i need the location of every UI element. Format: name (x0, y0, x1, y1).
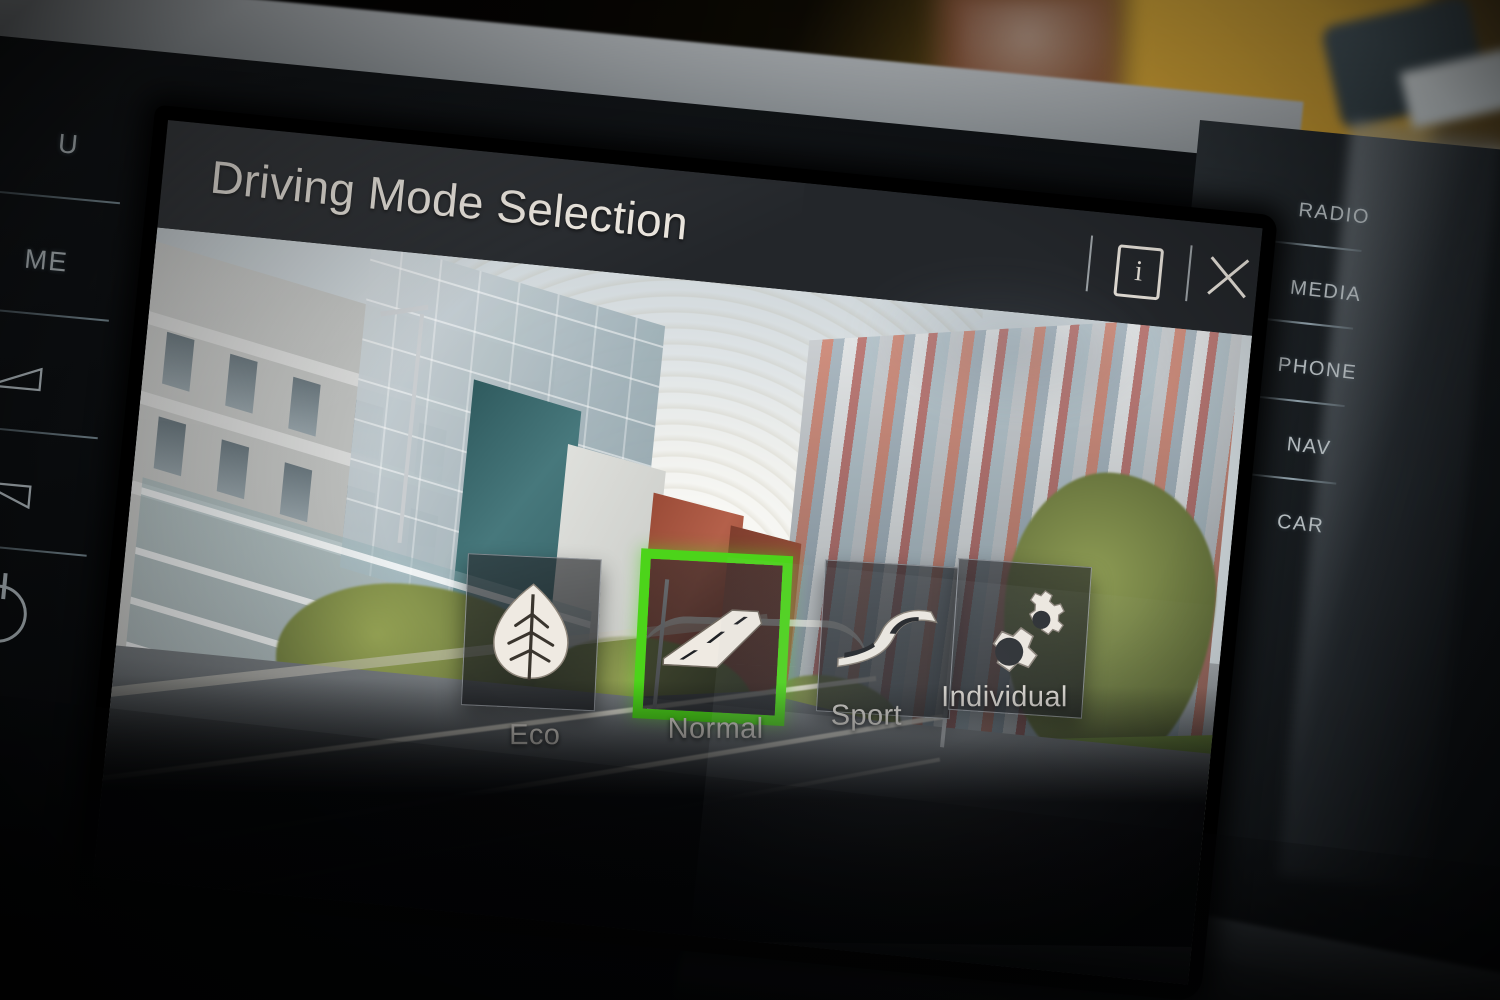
road-curved-icon (836, 609, 938, 668)
header-divider (1085, 235, 1094, 292)
hardkey-divider (1261, 317, 1354, 330)
close-icon[interactable] (1203, 251, 1254, 303)
header-divider (1185, 245, 1193, 302)
hardkey-radio-label: RADIO (1297, 199, 1372, 229)
road-straight-icon (662, 609, 763, 669)
hardkey-media-label: MEDIA (1289, 276, 1363, 307)
leaf-icon (493, 583, 569, 681)
hardkey-nav-label: NAV (1285, 433, 1333, 460)
hardkey-menu[interactable]: U (0, 75, 121, 212)
page-title: Driving Mode Selection (208, 150, 691, 250)
hardkey-home-label: ME (23, 243, 70, 278)
hardkey-volume-up[interactable] (0, 310, 98, 447)
hardkey-divider (1244, 472, 1337, 485)
infotainment-photo: U ME RADIO MEDIA PHONE NAV CAR Driving M… (0, 0, 1500, 1000)
gears-icon (992, 590, 1065, 673)
volume-down-icon (0, 480, 32, 510)
info-icon[interactable]: i (1113, 244, 1165, 301)
hardkey-phone-label: PHONE (1276, 353, 1359, 385)
hardkey-divider (1269, 240, 1362, 253)
hardkey-car[interactable]: CAR (1230, 496, 1368, 588)
volume-up-icon (0, 367, 43, 392)
hardkey-divider (1253, 395, 1345, 408)
hardkey-media[interactable]: MEDIA (1255, 264, 1393, 356)
hardkey-phone[interactable]: PHONE (1247, 341, 1385, 433)
hardkey-menu-label: U (56, 128, 81, 161)
hardkey-radio[interactable]: RADIO (1264, 186, 1402, 278)
hardkey-home[interactable]: ME (0, 193, 109, 330)
hardkey-car-label: CAR (1275, 510, 1326, 538)
info-icon-letter: i (1133, 254, 1145, 288)
hardkey-nav[interactable]: NAV (1238, 419, 1376, 511)
